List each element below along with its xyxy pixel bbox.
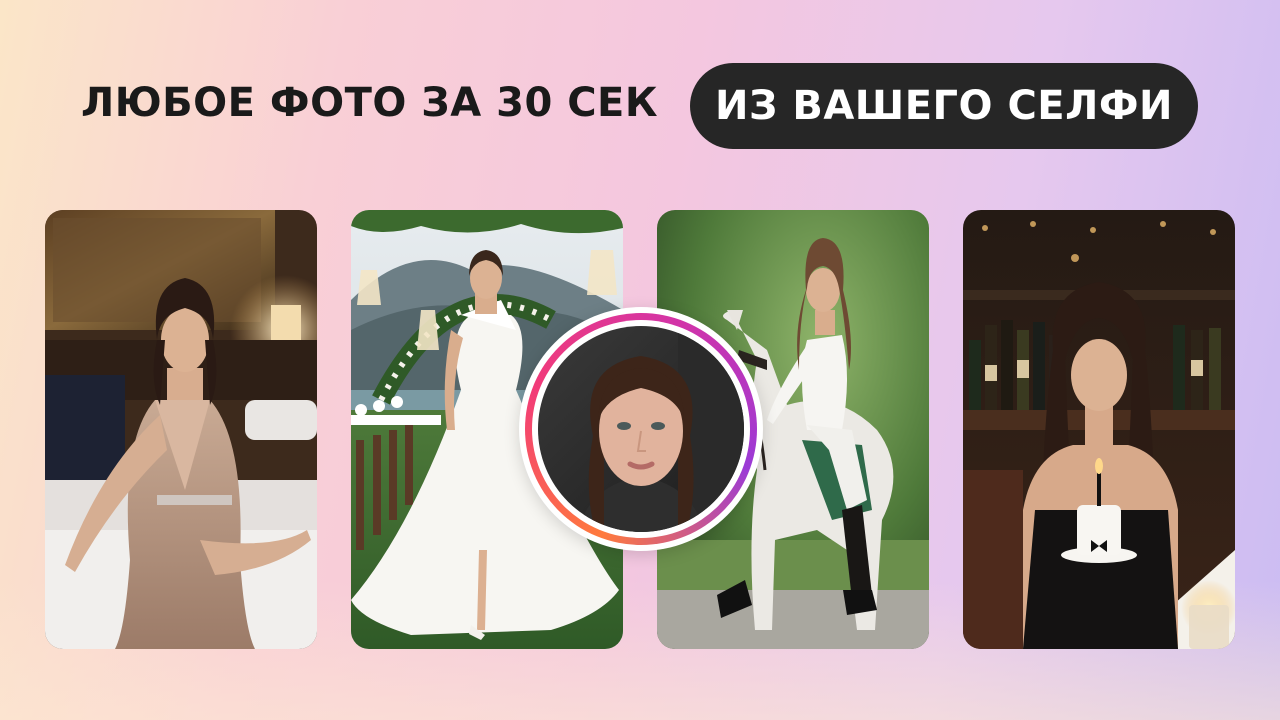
photo-woman-with-birthday-cake-at-bar <box>963 210 1235 649</box>
headline-pill-text: ИЗ ВАШЕГО СЕЛФИ <box>715 83 1173 129</box>
source-selfie-avatar <box>538 326 744 532</box>
headline: ЛЮБОЕ ФОТО ЗА 30 СЕК <box>81 80 659 126</box>
selfie-photo <box>538 326 744 532</box>
photo-card-birthday <box>963 210 1235 649</box>
selfie-avatar <box>519 307 763 551</box>
headline-pill: ИЗ ВАШЕГО СЕЛФИ <box>690 63 1198 149</box>
photo-woman-in-sequin-gown-on-bed <box>45 210 317 649</box>
photo-card-bedroom <box>45 210 317 649</box>
